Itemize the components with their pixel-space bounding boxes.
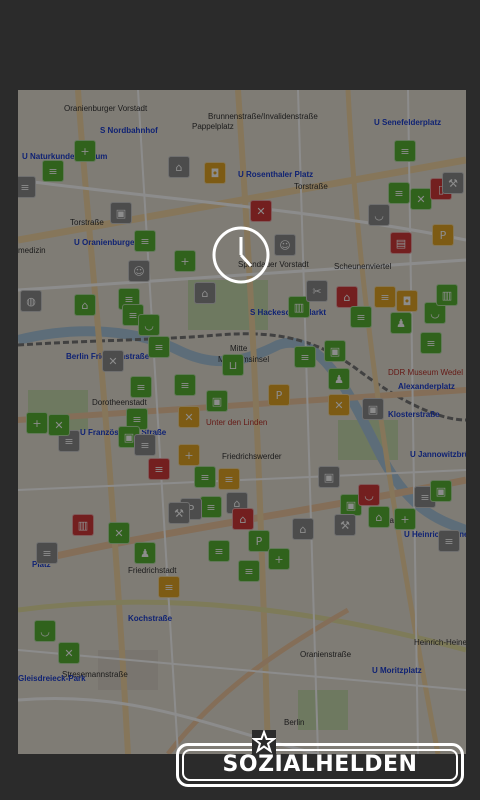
sozialhelden-logo: SOZIALHELDEN <box>176 730 466 790</box>
star-icon <box>252 730 276 754</box>
map-dim-overlay <box>18 90 466 754</box>
map-view[interactable]: Oranienburger Vorstadt S Nordbahnhof Brunn… <box>18 90 466 754</box>
clock-icon <box>212 226 270 284</box>
logo-text: SOZIALHELDEN <box>222 752 418 777</box>
